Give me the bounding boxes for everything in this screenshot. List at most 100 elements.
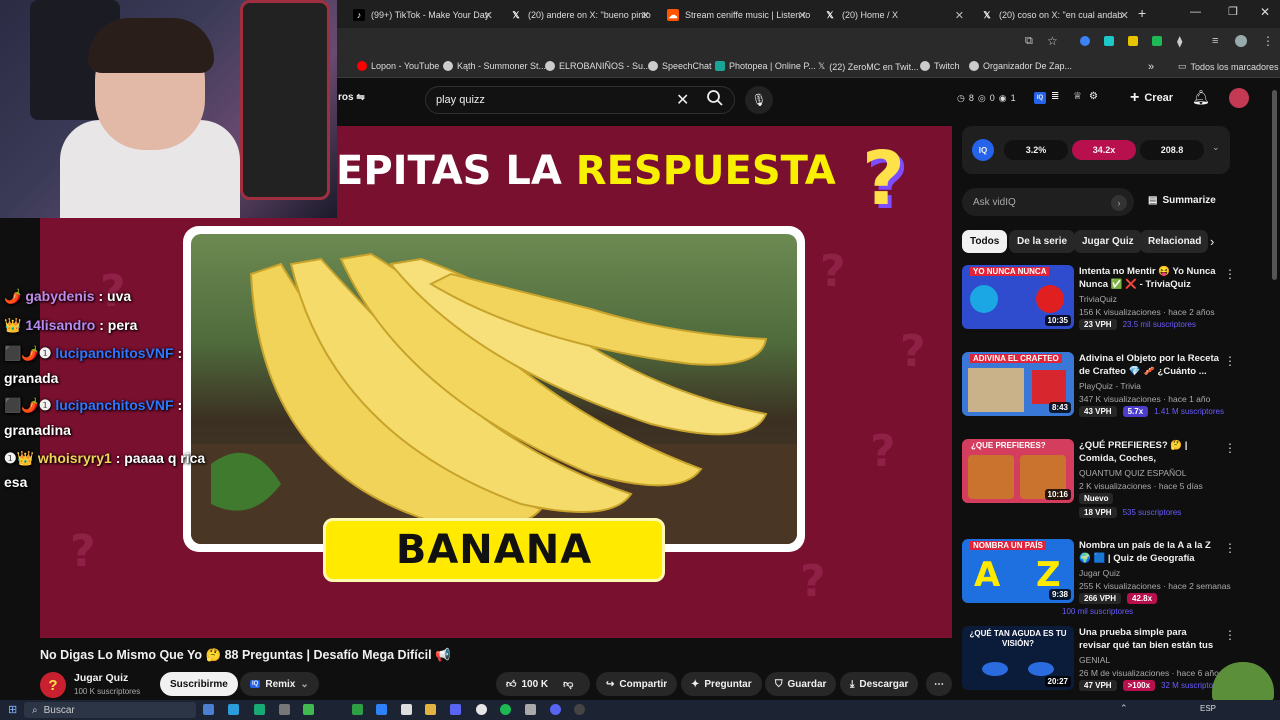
app-icon[interactable]: [352, 704, 363, 715]
chrome-icon[interactable]: [476, 704, 487, 715]
video-thumbnail[interactable]: YO NUNCA NUNCA 10:35: [962, 265, 1074, 329]
app-icon[interactable]: [228, 704, 239, 715]
browser-tab-tiktok[interactable]: ♪ (99+) TikTok - Make Your Day ✕: [345, 4, 497, 26]
chip-channel[interactable]: Jugar Quiz: [1074, 230, 1142, 253]
edge-icon[interactable]: [254, 704, 265, 715]
video-title[interactable]: Adivina el Objeto por la Receta de Craft…: [1079, 352, 1219, 378]
spotify-icon[interactable]: [500, 704, 511, 715]
browser-tab-soundcloud[interactable]: ☁ Stream ceniffe music | Listen to ✕: [659, 4, 811, 26]
more-options-icon[interactable]: ⋮: [1224, 541, 1236, 555]
recommendation-card[interactable]: ADIVINA EL CRAFTEO 8:43 Adivina el Objet…: [962, 352, 1272, 418]
trophy-icon[interactable]: ♕: [1073, 91, 1082, 102]
close-tab-icon[interactable]: ✕: [484, 9, 493, 22]
extension-icon[interactable]: [1152, 36, 1162, 46]
bell-alt-icon[interactable]: ⚙: [1089, 91, 1098, 102]
recommendation-card[interactable]: ¿QUE PREFIERES? 10:16 ¿QUÉ PREFIERES? 🤔 …: [962, 439, 1272, 518]
browser-tab-x-2[interactable]: 𝕏 (20) coso on X: "en cual andab ✕: [973, 4, 1133, 26]
recommendation-card[interactable]: YO NUNCA NUNCA 10:35 Intenta no Mentir 😝…: [962, 265, 1272, 331]
video-thumbnail[interactable]: ADIVINA EL CRAFTEO 8:43: [962, 352, 1074, 416]
close-tab-icon[interactable]: ✕: [1120, 9, 1129, 22]
like-count[interactable]: 100 K: [521, 679, 548, 690]
bookmark-star-icon[interactable]: ☆: [1047, 34, 1058, 48]
chevron-down-icon[interactable]: ⌄: [1212, 142, 1220, 153]
video-title[interactable]: Una prueba simple para revisar qué tan b…: [1079, 626, 1219, 652]
filters-button[interactable]: ros ⇋: [338, 92, 365, 103]
list-icon[interactable]: ≣: [1051, 91, 1059, 102]
chevron-right-icon[interactable]: ›: [1210, 234, 1214, 249]
browser-tab-x-1[interactable]: 𝕏 (20) andere on X: "bueno pinto ✕: [502, 4, 654, 26]
channel-name[interactable]: TriviaQuiz: [1079, 294, 1117, 304]
bookmark-item[interactable]: 𝕏 (22) ZeroMC en Twit...: [818, 61, 919, 72]
bookmark-item[interactable]: Lopon - YouTube: [357, 61, 439, 71]
vidiq-icon[interactable]: IQ: [972, 139, 994, 161]
reading-list-icon[interactable]: ≡: [1212, 35, 1218, 47]
recommendation-card[interactable]: NOMBRA UN PAÍS A Z 9:38 Nombra un país d…: [962, 539, 1272, 616]
close-tab-icon[interactable]: ✕: [641, 9, 650, 22]
chip-series[interactable]: De la serie: [1009, 230, 1076, 253]
more-bookmarks-icon[interactable]: »: [1148, 61, 1154, 73]
search-icon[interactable]: [706, 89, 724, 107]
profile-avatar[interactable]: [1235, 35, 1247, 47]
summarize-button[interactable]: ▤ Summarize: [1148, 195, 1216, 206]
extension-icon[interactable]: [1080, 36, 1090, 46]
channel-name[interactable]: GENIAL: [1079, 655, 1110, 665]
more-actions-button[interactable]: ⋯: [926, 672, 952, 696]
ask-vidiq-input[interactable]: Ask vidIQ: [962, 188, 1134, 216]
extension-icon[interactable]: [1128, 36, 1138, 46]
taskbar-search[interactable]: ⌕ Buscar: [24, 702, 196, 718]
page-scrollbar[interactable]: [1272, 90, 1277, 280]
bookmark-item[interactable]: ELROBANIÑOS - Su...: [545, 61, 651, 71]
discord-icon[interactable]: [550, 704, 561, 715]
download-button[interactable]: ⤓ Descargar: [840, 672, 919, 696]
remix-button[interactable]: IQ Remix ⌄: [240, 672, 319, 696]
notifications-bell-icon[interactable]: 🔔︎: [1192, 89, 1210, 106]
search-input[interactable]: play quizz: [436, 94, 485, 106]
dislike-icon[interactable]: 👎︎: [563, 678, 573, 690]
app-icon[interactable]: [401, 704, 412, 715]
browser-tab-x-home[interactable]: 𝕏 (20) Home / X ✕: [816, 4, 968, 26]
channel-name[interactable]: PlayQuiz - Trivia: [1079, 381, 1141, 391]
video-title[interactable]: ¿QUÉ PREFIERES? 🤔 | Comida, Coches, Supe…: [1079, 439, 1219, 465]
restore-icon[interactable]: ❐: [1228, 5, 1238, 18]
channel-name[interactable]: Jugar Quiz: [1079, 568, 1120, 578]
video-thumbnail[interactable]: ¿QUE PREFIERES? 10:16: [962, 439, 1074, 503]
close-window-icon[interactable]: ✕: [1260, 5, 1270, 19]
language-indicator[interactable]: ESP: [1200, 704, 1216, 713]
app-icon[interactable]: [279, 704, 290, 715]
app-icon[interactable]: [525, 704, 536, 715]
more-options-icon[interactable]: ⋮: [1224, 267, 1236, 281]
all-bookmarks-button[interactable]: ▭ Todos los marcadores: [1178, 61, 1279, 72]
install-icon[interactable]: ⧉: [1025, 35, 1033, 48]
windows-start-icon[interactable]: ⊞: [8, 703, 17, 716]
send-arrow-icon[interactable]: ›: [1111, 195, 1127, 211]
video-thumbnail[interactable]: NOMBRA UN PAÍS A Z 9:38: [962, 539, 1074, 603]
create-button[interactable]: + Crear: [1130, 89, 1173, 107]
video-thumbnail[interactable]: ¿QUÉ TAN AGUDA ES TU VISIÓN? 20:27: [962, 626, 1074, 690]
extensions-puzzle-icon[interactable]: ⧫: [1177, 35, 1182, 48]
file-explorer-icon[interactable]: [425, 704, 436, 715]
bookmark-item[interactable]: Organizador De Zap...: [969, 61, 1072, 71]
chip-related[interactable]: Relacionad: [1140, 230, 1208, 253]
extension-icon[interactable]: [1104, 36, 1114, 46]
app-icon[interactable]: [450, 704, 461, 715]
browser-menu-icon[interactable]: ⋮: [1262, 34, 1274, 48]
tray-chevron-icon[interactable]: ⌃: [1120, 703, 1128, 714]
like-icon[interactable]: 👍︎: [506, 678, 516, 690]
task-view-icon[interactable]: [203, 704, 214, 715]
channel-avatar[interactable]: ?: [40, 672, 66, 698]
bookmark-item[interactable]: Twitch: [920, 61, 960, 71]
subscribe-button[interactable]: Suscribirme: [160, 672, 238, 696]
more-options-icon[interactable]: ⋮: [1224, 441, 1236, 455]
video-title[interactable]: Intenta no Mentir 😝 Yo Nunca Nunca ✅ ❌ -…: [1079, 265, 1219, 291]
video-title[interactable]: Nombra un país de la A a la Z 🌍 🟦 | Quiz…: [1079, 539, 1219, 565]
bookmark-item[interactable]: SpeechChat: [648, 61, 712, 71]
minimize-icon[interactable]: —: [1190, 6, 1201, 18]
account-avatar[interactable]: [1229, 88, 1249, 108]
more-options-icon[interactable]: ⋮: [1224, 628, 1236, 642]
chip-all[interactable]: Todos: [962, 230, 1008, 253]
share-button[interactable]: ↪ Compartir: [596, 672, 678, 696]
bookmark-item[interactable]: Photopea | Online P...: [715, 61, 816, 71]
more-options-icon[interactable]: ⋮: [1224, 354, 1236, 368]
vidiq-icon[interactable]: IQ: [1034, 92, 1046, 104]
ask-button[interactable]: ✦ Preguntar: [681, 672, 762, 696]
